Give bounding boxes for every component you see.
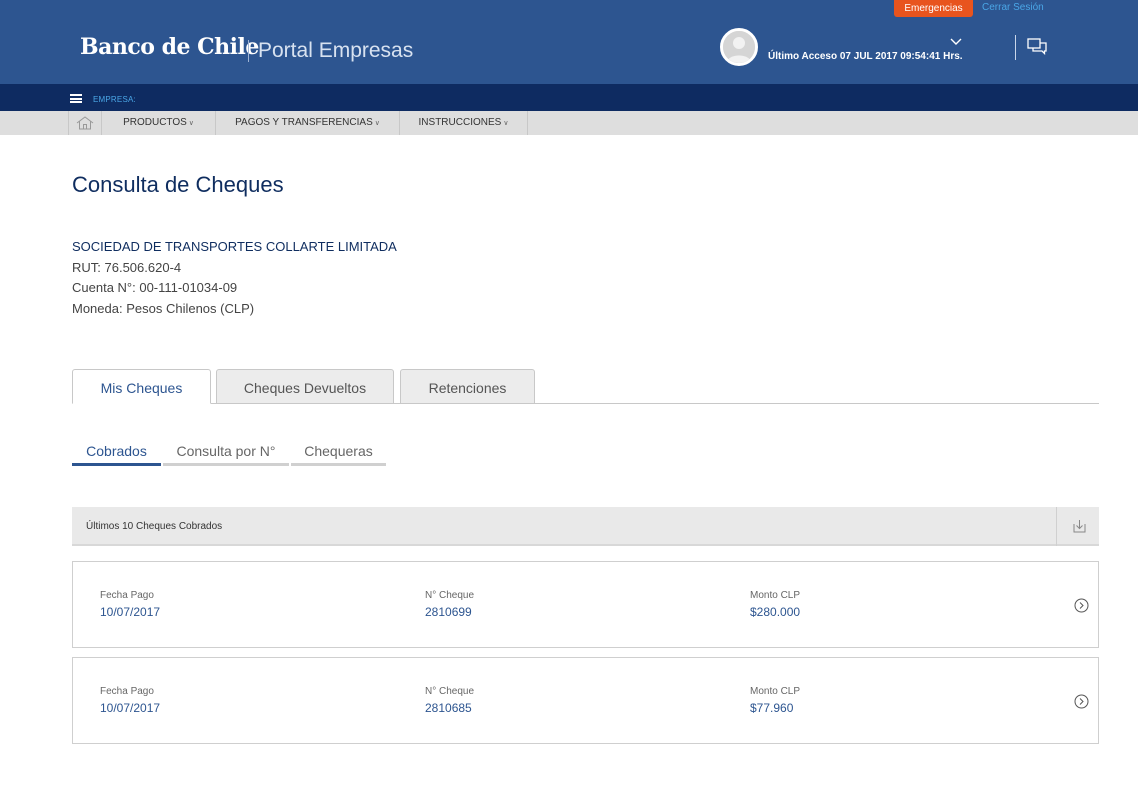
chevron-down-icon: ∨: [188, 120, 194, 127]
chevron-down-icon: ∨: [503, 120, 509, 127]
nav-productos-label: PRODUCTOS: [123, 117, 187, 128]
page-title: Consulta de Cheques: [72, 172, 284, 197]
nav-pagos-transferencias[interactable]: PAGOS Y TRANSFERENCIAS ∨: [216, 111, 400, 135]
tab-cheques-devueltos[interactable]: Cheques Devueltos: [216, 369, 394, 404]
emergency-button[interactable]: Emergencias: [894, 0, 973, 17]
tab-mis-cheques[interactable]: Mis Cheques: [72, 369, 211, 404]
monto-value: $280.000: [750, 605, 801, 619]
monto-value: $77.960: [750, 701, 794, 715]
nav-productos[interactable]: PRODUCTOS ∨: [102, 111, 216, 135]
portal-name: Portal Empresas: [258, 39, 414, 62]
tab-retenciones[interactable]: Retenciones: [400, 369, 535, 404]
numero-cheque-label: N° Cheque: [425, 686, 475, 697]
download-icon[interactable]: [1056, 507, 1099, 546]
list-title: Últimos 10 Cheques Cobrados: [86, 521, 223, 532]
company-name: SOCIEDAD DE TRANSPORTES COLLARTE LIMITAD…: [72, 239, 397, 254]
home-icon[interactable]: [68, 111, 102, 135]
currency: Moneda: Pesos Chilenos (CLP): [72, 301, 255, 316]
subtab-consulta-por-numero[interactable]: Consulta por N°: [163, 443, 289, 466]
subtab-chequeras[interactable]: Chequeras: [291, 443, 386, 466]
check-row[interactable]: Fecha Pago 10/07/2017 N° Cheque 2810685 …: [72, 657, 1099, 744]
chevron-down-icon[interactable]: [950, 33, 962, 51]
brand-logo[interactable]: Banco de Chile: [80, 34, 259, 60]
numero-cheque-value: 2810699: [425, 605, 472, 619]
company-label: EMPRESA:: [93, 95, 136, 104]
numero-cheque-value: 2810685: [425, 701, 472, 715]
nav-instrucciones-label: INSTRUCCIONES: [418, 117, 502, 128]
numero-cheque-label: N° Cheque: [425, 590, 475, 601]
fecha-pago-label: Fecha Pago: [100, 590, 154, 601]
chat-icon[interactable]: [1027, 38, 1047, 60]
chevron-right-circle-icon[interactable]: [1074, 598, 1089, 618]
check-row[interactable]: Fecha Pago 10/07/2017 N° Cheque 2810699 …: [72, 561, 1099, 648]
header-divider: [1015, 35, 1016, 60]
account-number: Cuenta N°: 00-111-01034-09: [72, 280, 238, 295]
subtab-cobrados[interactable]: Cobrados: [72, 443, 161, 466]
menu-icon[interactable]: [70, 94, 82, 103]
fecha-pago-label: Fecha Pago: [100, 686, 154, 697]
chevron-down-icon: ∨: [374, 120, 380, 127]
company-rut: RUT: 76.506.620-4: [72, 260, 182, 275]
last-access-text: Último Acceso 07 JUL 2017 09:54:41 Hrs.: [768, 51, 963, 62]
avatar-icon[interactable]: [720, 28, 758, 66]
fecha-pago-value: 10/07/2017: [100, 605, 161, 619]
monto-label: Monto CLP: [750, 590, 801, 601]
monto-label: Monto CLP: [750, 686, 801, 697]
nav-pagos-label: PAGOS Y TRANSFERENCIAS: [235, 117, 373, 128]
logout-link[interactable]: Cerrar Sesión: [982, 2, 1044, 13]
chevron-right-circle-icon[interactable]: [1074, 694, 1089, 714]
company-bar: [0, 84, 1138, 111]
fecha-pago-value: 10/07/2017: [100, 701, 161, 715]
list-header: [72, 507, 1099, 546]
nav-instrucciones[interactable]: INSTRUCCIONES ∨: [400, 111, 528, 135]
brand-divider: [248, 40, 249, 62]
